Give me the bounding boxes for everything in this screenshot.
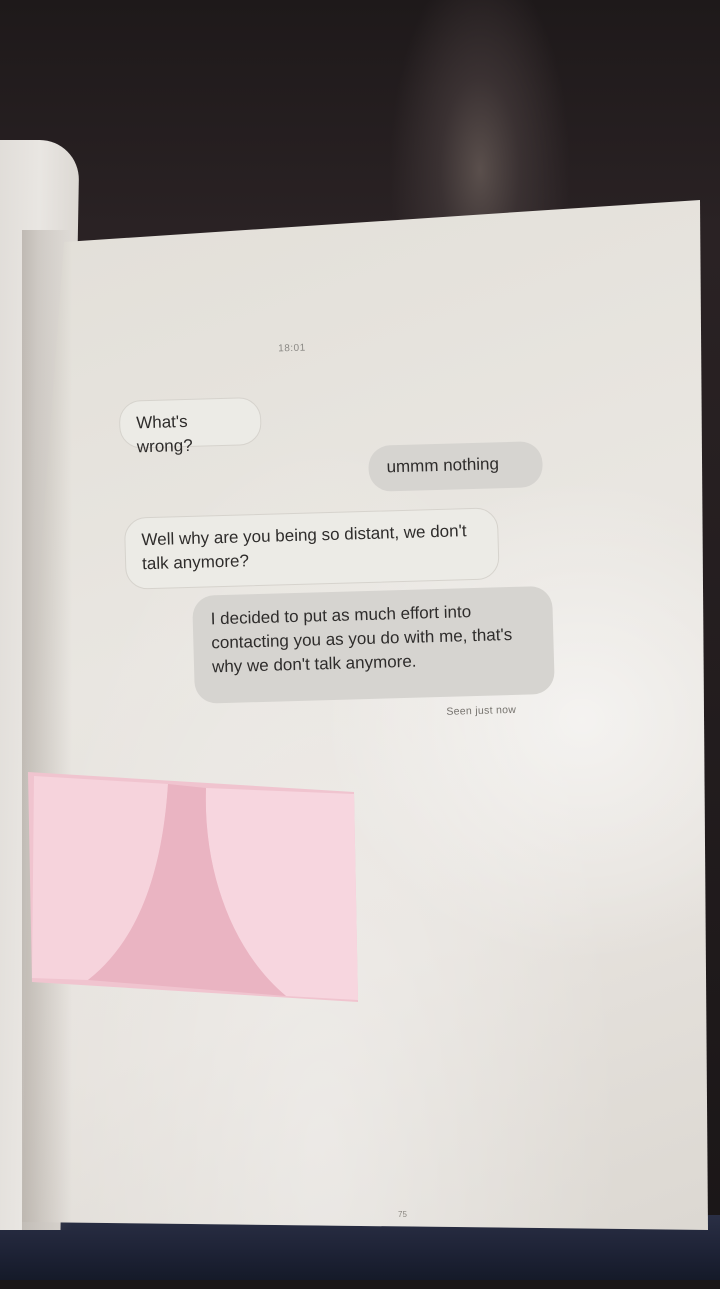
message-bubble-received: Well why are you being so distant, we do… bbox=[123, 507, 500, 590]
message-text: ummm nothing bbox=[386, 454, 500, 477]
printed-chat: 18:01 What's wrong? ummm nothing Well wh… bbox=[0, 0, 720, 1289]
chat-timestamp: 18:01 bbox=[278, 342, 306, 355]
message-text: What's wrong? bbox=[135, 411, 193, 457]
page-number: 75 bbox=[398, 1210, 407, 1219]
message-bubble-sent: I decided to put as much effort into con… bbox=[192, 585, 555, 704]
message-bubble-received: What's wrong? bbox=[118, 396, 262, 456]
message-bubble-sent: ummm nothing bbox=[367, 441, 544, 492]
sticky-note-flags bbox=[28, 772, 358, 1002]
message-text: Well why are you being so distant, we do… bbox=[141, 521, 467, 574]
message-text: I decided to put as much effort into con… bbox=[210, 602, 513, 677]
seen-status: Seen just now bbox=[446, 703, 517, 718]
